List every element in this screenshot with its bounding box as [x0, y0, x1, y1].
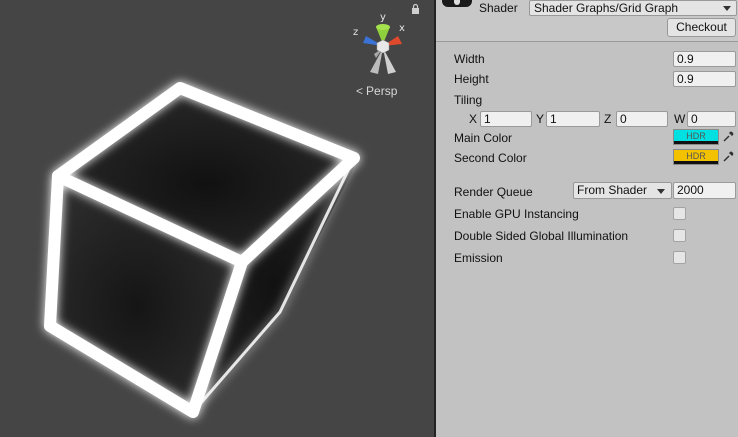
render-queue-dropdown[interactable]: From Shader [573, 182, 672, 199]
chevron-down-icon [723, 6, 731, 11]
main-color-swatch[interactable]: HDR [673, 129, 719, 145]
shader-value: Shader Graphs/Grid Graph [534, 1, 679, 15]
gpu-instancing-checkbox[interactable] [673, 207, 686, 220]
double-sided-gi-checkbox[interactable] [673, 229, 686, 242]
hdr-badge: HDR [686, 131, 706, 141]
main-color-label: Main Color [454, 131, 513, 145]
gpu-instancing-label: Enable GPU Instancing [454, 207, 579, 221]
gizmo-x-label: x [399, 23, 405, 34]
second-color-swatch[interactable]: HDR [673, 149, 719, 165]
inspector-header: Shader Shader Graphs/Grid Graph Checkout [436, 0, 738, 42]
shader-dropdown[interactable]: Shader Graphs/Grid Graph [529, 0, 737, 16]
render-queue-mode: From Shader [577, 183, 648, 197]
render-queue-value-field[interactable]: 2000 [673, 182, 736, 199]
material-inspector: Shader Shader Graphs/Grid Graph Checkout… [436, 0, 738, 437]
tiling-z-field[interactable]: 0 [616, 111, 668, 127]
eyedropper-icon[interactable] [723, 151, 734, 162]
width-label: Width [454, 52, 485, 66]
eyedropper-icon[interactable] [723, 131, 734, 142]
chevron-down-icon [657, 189, 665, 194]
material-preview-thumbnail [442, 0, 472, 7]
projection-label: Persp [366, 84, 398, 98]
tiling-z-label: Z [604, 112, 612, 126]
perspective-icon: < [356, 84, 364, 98]
tiling-w-label: W [674, 112, 686, 126]
scene-view[interactable]: y x z < Persp [0, 0, 434, 437]
double-sided-gi-label: Double Sided Global Illumination [454, 229, 629, 243]
tiling-w-field[interactable]: 0 [687, 111, 736, 127]
second-color-label: Second Color [454, 151, 527, 165]
gizmo-z-label: z [353, 27, 358, 38]
tiling-x-label: X [469, 112, 478, 126]
tiling-y-label: Y [536, 112, 545, 126]
tiling-label: Tiling [454, 93, 483, 107]
height-label: Height [454, 72, 489, 86]
emission-label: Emission [454, 251, 503, 265]
width-field[interactable]: 0.9 [673, 51, 736, 67]
emission-checkbox[interactable] [673, 251, 686, 264]
hdr-badge: HDR [686, 151, 706, 161]
tiling-y-field[interactable]: 1 [546, 111, 600, 127]
height-field[interactable]: 0.9 [673, 71, 736, 87]
projection-toggle[interactable]: < Persp [356, 84, 397, 98]
shader-label: Shader [479, 1, 518, 15]
checkout-button[interactable]: Checkout [667, 18, 736, 37]
orientation-gizmo[interactable]: y x z [348, 10, 418, 82]
gizmo-y-label: y [380, 12, 386, 23]
tiling-x-field[interactable]: 1 [480, 111, 532, 127]
render-queue-label: Render Queue [454, 185, 533, 199]
